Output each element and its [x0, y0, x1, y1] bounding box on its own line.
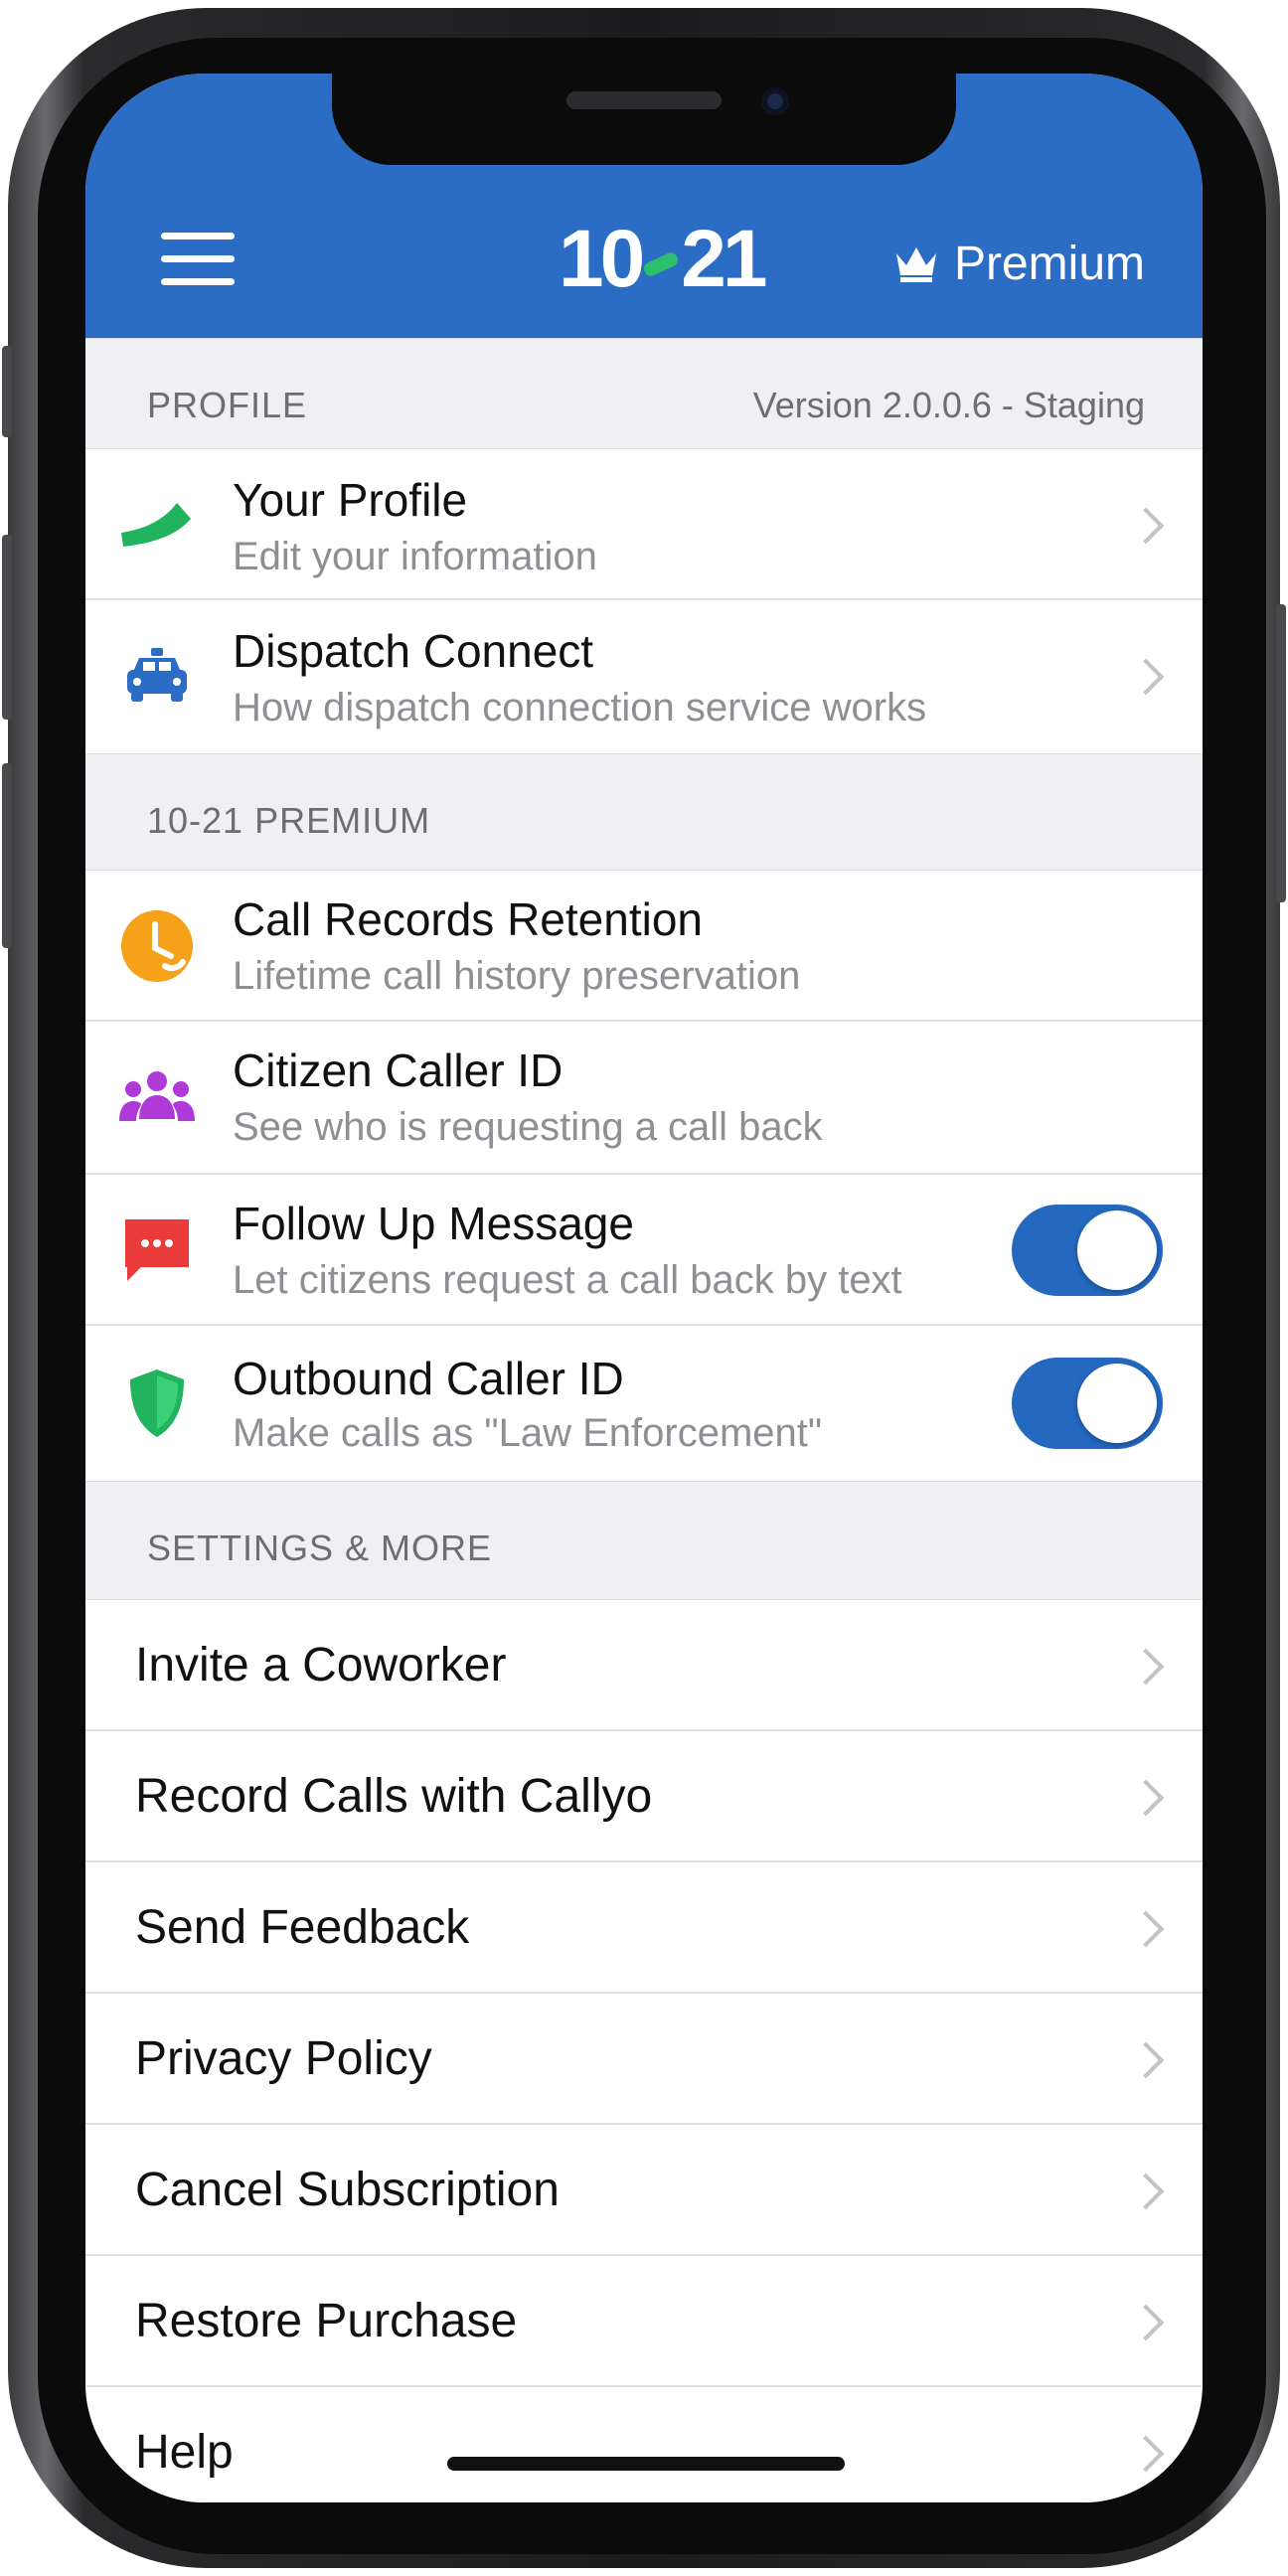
- chevron-right-icon: [1127, 1910, 1165, 1948]
- list-item-cancel-subscription[interactable]: Cancel Subscription: [85, 2125, 1203, 2256]
- list-item-record-calls[interactable]: Record Calls with Callyo: [85, 1731, 1203, 1862]
- item-title: Outbound Caller ID: [233, 1353, 624, 1404]
- chevron-right-icon: [1127, 2435, 1165, 2473]
- settings-section-header: SETTINGS & MORE: [85, 1481, 1203, 1600]
- item-title: Your Profile: [233, 474, 468, 526]
- item-title: Record Calls with Callyo: [135, 1770, 653, 1823]
- side-button-left-top: [2, 346, 12, 437]
- list-item-call-records-retention[interactable]: Call Records Retention Lifetime call his…: [85, 871, 1203, 1022]
- item-title: Citizen Caller ID: [233, 1045, 564, 1096]
- follow-up-message-toggle[interactable]: [1012, 1205, 1163, 1296]
- logo-dash-icon: [641, 250, 681, 279]
- item-subtitle: Let citizens request a call back by text: [233, 1258, 902, 1302]
- chevron-right-icon: [1127, 2041, 1165, 2079]
- item-subtitle: How dispatch connection service works: [233, 686, 927, 729]
- list-item-outbound-caller-id: Outbound Caller ID Make calls as "Law En…: [85, 1326, 1203, 1481]
- item-subtitle: See who is requesting a call back: [233, 1105, 823, 1149]
- crown-icon: [895, 247, 936, 282]
- clock-phone-icon: [119, 908, 195, 984]
- item-subtitle: Lifetime call history preservation: [233, 954, 801, 998]
- profile-section-header: PROFILE Version 2.0.0.6 - Staging: [85, 338, 1203, 449]
- section-title-premium: 10-21 PREMIUM: [147, 800, 431, 841]
- notch: [332, 74, 956, 165]
- side-button-right: [1276, 604, 1286, 902]
- item-title: Invite a Coworker: [135, 1639, 507, 1691]
- logo-text-left: 10: [559, 214, 645, 304]
- item-title: Privacy Policy: [135, 2032, 432, 2085]
- item-title: Restore Purchase: [135, 2295, 518, 2347]
- front-camera: [761, 87, 789, 115]
- green-swoosh-icon: [119, 487, 195, 563]
- list-item-invite-coworker[interactable]: Invite a Coworker: [85, 1600, 1203, 1731]
- message-bubble-icon: [119, 1212, 195, 1288]
- home-indicator[interactable]: [447, 2457, 845, 2471]
- side-button-left-low: [2, 763, 12, 948]
- item-title: Call Records Retention: [233, 893, 704, 945]
- item-title: Dispatch Connect: [233, 625, 594, 677]
- speaker-grille: [566, 91, 722, 109]
- chevron-right-icon: [1127, 658, 1165, 696]
- chevron-right-icon: [1127, 2173, 1165, 2210]
- item-subtitle: Make calls as "Law Enforcement": [233, 1411, 823, 1455]
- item-title: Help: [135, 2426, 234, 2479]
- list-item-your-profile[interactable]: Your Profile Edit your information: [85, 449, 1203, 600]
- list-item-citizen-caller-id[interactable]: Citizen Caller ID See who is requesting …: [85, 1022, 1203, 1175]
- list-item-dispatch-connect[interactable]: Dispatch Connect How dispatch connection…: [85, 600, 1203, 753]
- list-item-help[interactable]: Help: [85, 2387, 1203, 2502]
- list-item-restore-purchase[interactable]: Restore Purchase: [85, 2256, 1203, 2387]
- section-title-settings: SETTINGS & MORE: [147, 1528, 493, 1568]
- chevron-right-icon: [1127, 1648, 1165, 1686]
- premium-button[interactable]: Premium: [892, 229, 1145, 298]
- item-title: Follow Up Message: [233, 1198, 634, 1249]
- logo-text-right: 21: [681, 214, 767, 304]
- outbound-caller-id-toggle[interactable]: [1012, 1358, 1163, 1449]
- side-button-left-mid: [2, 535, 12, 720]
- police-car-icon: [119, 638, 195, 714]
- hamburger-menu-icon[interactable]: [161, 233, 235, 286]
- people-group-icon: [119, 1059, 195, 1135]
- premium-label: Premium: [953, 237, 1145, 290]
- list-item-privacy-policy[interactable]: Privacy Policy: [85, 1994, 1203, 2125]
- chevron-right-icon: [1127, 507, 1165, 545]
- chevron-right-icon: [1127, 1779, 1165, 1817]
- premium-section-header: 10-21 PREMIUM: [85, 753, 1203, 871]
- item-subtitle: Edit your information: [233, 535, 597, 578]
- item-title: Cancel Subscription: [135, 2164, 560, 2216]
- list-item-send-feedback[interactable]: Send Feedback: [85, 1862, 1203, 1994]
- shield-icon: [119, 1366, 195, 1441]
- item-title: Send Feedback: [135, 1901, 470, 1954]
- chevron-right-icon: [1127, 2304, 1165, 2341]
- app-screen: 10 21 Premium PROFILE Version 2.0.0.6 - S…: [85, 74, 1203, 2502]
- version-label: Version 2.0.0.6 - Staging: [752, 385, 1145, 425]
- list-item-follow-up-message: Follow Up Message Let citizens request a…: [85, 1175, 1203, 1326]
- section-title-profile: PROFILE: [147, 385, 308, 425]
- app-logo: 10 21: [559, 214, 767, 304]
